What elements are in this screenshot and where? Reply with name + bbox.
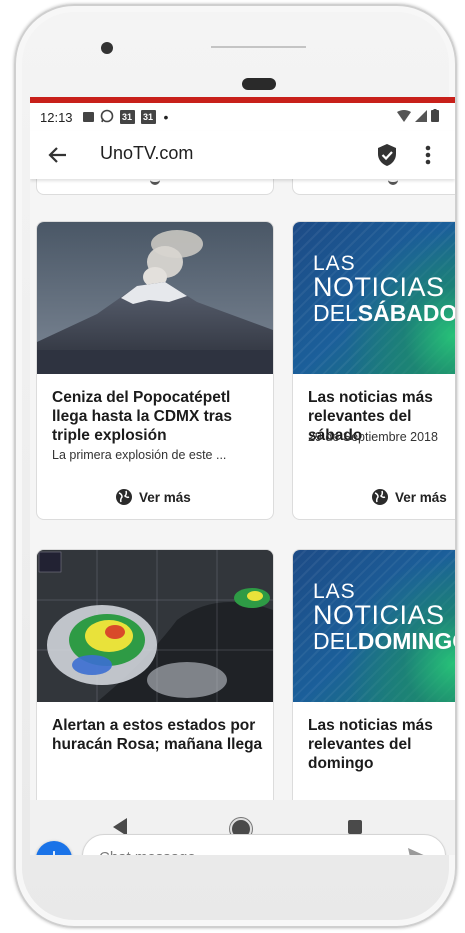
card-stub [36, 179, 274, 195]
card-date: 29 de Septiembre 2018 [308, 430, 438, 444]
news-graphic-image: LAS NOTICIAS DELSÁBADO [293, 222, 455, 374]
globe-icon [116, 489, 132, 505]
sensor-line [211, 46, 306, 48]
news-graphic-image: LAS NOTICIAS DELDOMINGO [293, 550, 455, 702]
shield-check-icon[interactable] [376, 143, 398, 167]
image-notification-icon [82, 112, 94, 122]
graphic-text: DEL [313, 300, 358, 326]
card-headline[interactable]: Las noticias más relevantes del domingo [308, 716, 455, 773]
calendar-icon: 31 [140, 110, 156, 124]
signal-icon [415, 109, 427, 122]
phone-screen: 12:13 31 31 • UnoTV.com Ceniza del Popoc… [30, 97, 455, 855]
graphic-text: NOTICIAS [313, 600, 445, 630]
card-headline[interactable]: Alertan a estos estados por huracán Rosa… [52, 716, 265, 754]
more-vert-icon[interactable] [420, 141, 436, 169]
page-title: UnoTV.com [100, 143, 194, 163]
see-more-label: Ver más [395, 489, 447, 505]
card-stub [292, 179, 455, 195]
calendar-icon: 31 [119, 110, 135, 124]
app-bar: UnoTV.com [30, 131, 455, 179]
status-bar: 12:13 31 31 • [30, 103, 455, 131]
graphic-text: SÁBADO [357, 300, 455, 326]
whatsapp-icon [100, 109, 114, 126]
more-notifications-dot: • [163, 109, 169, 125]
chat-message-input[interactable] [97, 845, 381, 855]
card-headline[interactable]: Ceniza del Popocatépetl llega hasta la C… [52, 388, 265, 445]
earpiece-speaker [242, 78, 276, 90]
status-time: 12:13 [40, 109, 73, 125]
graphic-text: DEL [313, 628, 358, 654]
card-summary: La primera explosión de este ... [52, 448, 227, 462]
battery-icon [431, 109, 439, 122]
graphic-text: DOMINGO [357, 628, 455, 654]
chat-composer [82, 834, 446, 855]
news-card[interactable]: Ceniza del Popocatépetl llega hasta la C… [36, 221, 274, 520]
see-more-label: Ver más [139, 489, 191, 505]
see-more-link[interactable]: Ver más [371, 488, 447, 506]
volcano-image [37, 222, 273, 374]
wifi-icon [397, 109, 411, 122]
card-carousel: Ceniza del Popocatépetl llega hasta la C… [30, 179, 455, 855]
globe-icon [372, 489, 388, 505]
hurricane-satellite-image [37, 550, 273, 702]
news-card[interactable]: LAS NOTICIAS DELSÁBADO Las noticias más … [292, 221, 455, 520]
graphic-text: NOTICIAS [313, 272, 445, 302]
send-icon[interactable] [407, 847, 429, 855]
see-more-link[interactable]: Ver más [115, 488, 191, 506]
back-arrow-icon[interactable] [44, 141, 72, 169]
front-camera [101, 42, 113, 54]
nav-recents-icon[interactable] [348, 820, 362, 834]
